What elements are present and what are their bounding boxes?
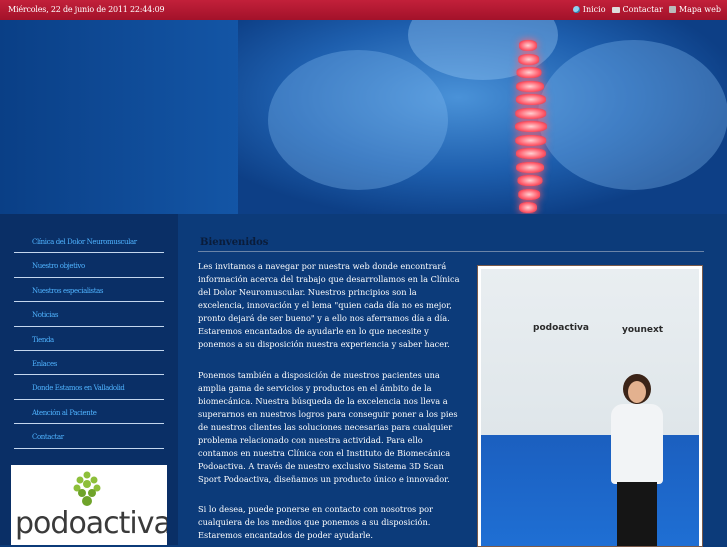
vertebra: [519, 202, 538, 213]
vertebra: [514, 121, 547, 132]
vertebra: [515, 148, 546, 159]
sidebar-item-label: Donde Estamos en Valladolid: [32, 384, 125, 393]
header-banner: [0, 20, 727, 214]
sidebar-item-objetivo[interactable]: Nuestro objetivo: [14, 253, 164, 278]
vertebra: [517, 175, 543, 186]
sidebar-item-label: Atención al Paciente: [32, 408, 97, 417]
athlete-figure: [607, 374, 667, 546]
sidebar-item-tienda[interactable]: Tienda: [14, 327, 164, 351]
podoactiva-logo[interactable]: podoactiva: [11, 465, 167, 545]
contact-paragraph: Si lo desea, puede ponerse en contacto c…: [198, 504, 433, 540]
sidebar-item-donde-estamos[interactable]: Donde Estamos en Valladolid: [14, 375, 164, 400]
sidebar-item-label: Tienda: [32, 335, 54, 344]
page-title: Bienvenidos: [200, 237, 269, 248]
contact-link-label: Contactar: [622, 5, 663, 14]
sidebar-item-contactar[interactable]: Contactar: [14, 424, 164, 449]
vertebra: [518, 188, 540, 200]
sitemap-link-label: Mapa web: [678, 5, 721, 14]
sidebar-item-label: Contactar: [32, 433, 64, 442]
sidebar-nav: Clínica del Dolor Neuromuscular Nuestro …: [14, 229, 164, 449]
services-paragraph: Ponemos también a disposición de nuestro…: [198, 370, 458, 484]
top-links: Inicio Contactar Mapa web: [572, 5, 721, 14]
sidebar-item-label: Nuestro objetivo: [32, 262, 85, 271]
back-spine-image: [238, 20, 727, 214]
photo-brand-podoactiva: podoactiva: [533, 323, 589, 333]
top-bar: Miércoles, 22 de junio de 2011 22:44:09 …: [0, 0, 727, 20]
sidebar-item-atencion[interactable]: Atención al Paciente: [14, 400, 164, 425]
sitemap-icon: [668, 6, 676, 13]
sidebar-item-label: Noticias: [32, 311, 59, 320]
sitemap-link[interactable]: Mapa web: [668, 5, 721, 14]
footprint-icon: [73, 471, 101, 506]
contact-link[interactable]: Contactar: [611, 5, 663, 14]
intro-paragraph: Les invitamos a navegar por nuestra web …: [198, 261, 460, 349]
home-link[interactable]: Inicio: [572, 5, 606, 14]
vertebra: [516, 67, 542, 78]
photo-brand-younext: younext: [622, 325, 664, 335]
vertebra: [515, 94, 546, 105]
vertebra: [517, 53, 540, 65]
vertebra: [516, 161, 545, 173]
logo-wordmark: podoactiva: [15, 506, 167, 541]
title-divider: [198, 251, 704, 252]
sidebar-item-noticias[interactable]: Noticias: [14, 302, 164, 327]
sidebar-item-especialistas[interactable]: Nuestros especialistas: [14, 278, 164, 303]
vertebra: [516, 80, 544, 92]
sidebar-item-label: Enlaces: [32, 359, 57, 368]
home-link-label: Inicio: [582, 5, 606, 14]
vertebra: [515, 107, 547, 119]
sidebar-item-clinica[interactable]: Clínica del Dolor Neuromuscular: [14, 229, 164, 254]
sidebar-item-label: Clínica del Dolor Neuromuscular: [32, 238, 137, 246]
sidebar-item-enlaces[interactable]: Enlaces: [14, 351, 164, 376]
spine-highlight: [505, 40, 551, 214]
vertebra: [515, 134, 547, 146]
sidebar-item-label: Nuestros especialistas: [32, 286, 104, 295]
current-date: Miércoles, 22 de junio de 2011 22:44:09: [8, 5, 165, 14]
mail-icon: [611, 6, 620, 13]
vertebra: [519, 40, 537, 51]
clinic-photo: podoactiva younext: [477, 265, 703, 547]
home-icon: [572, 6, 580, 13]
